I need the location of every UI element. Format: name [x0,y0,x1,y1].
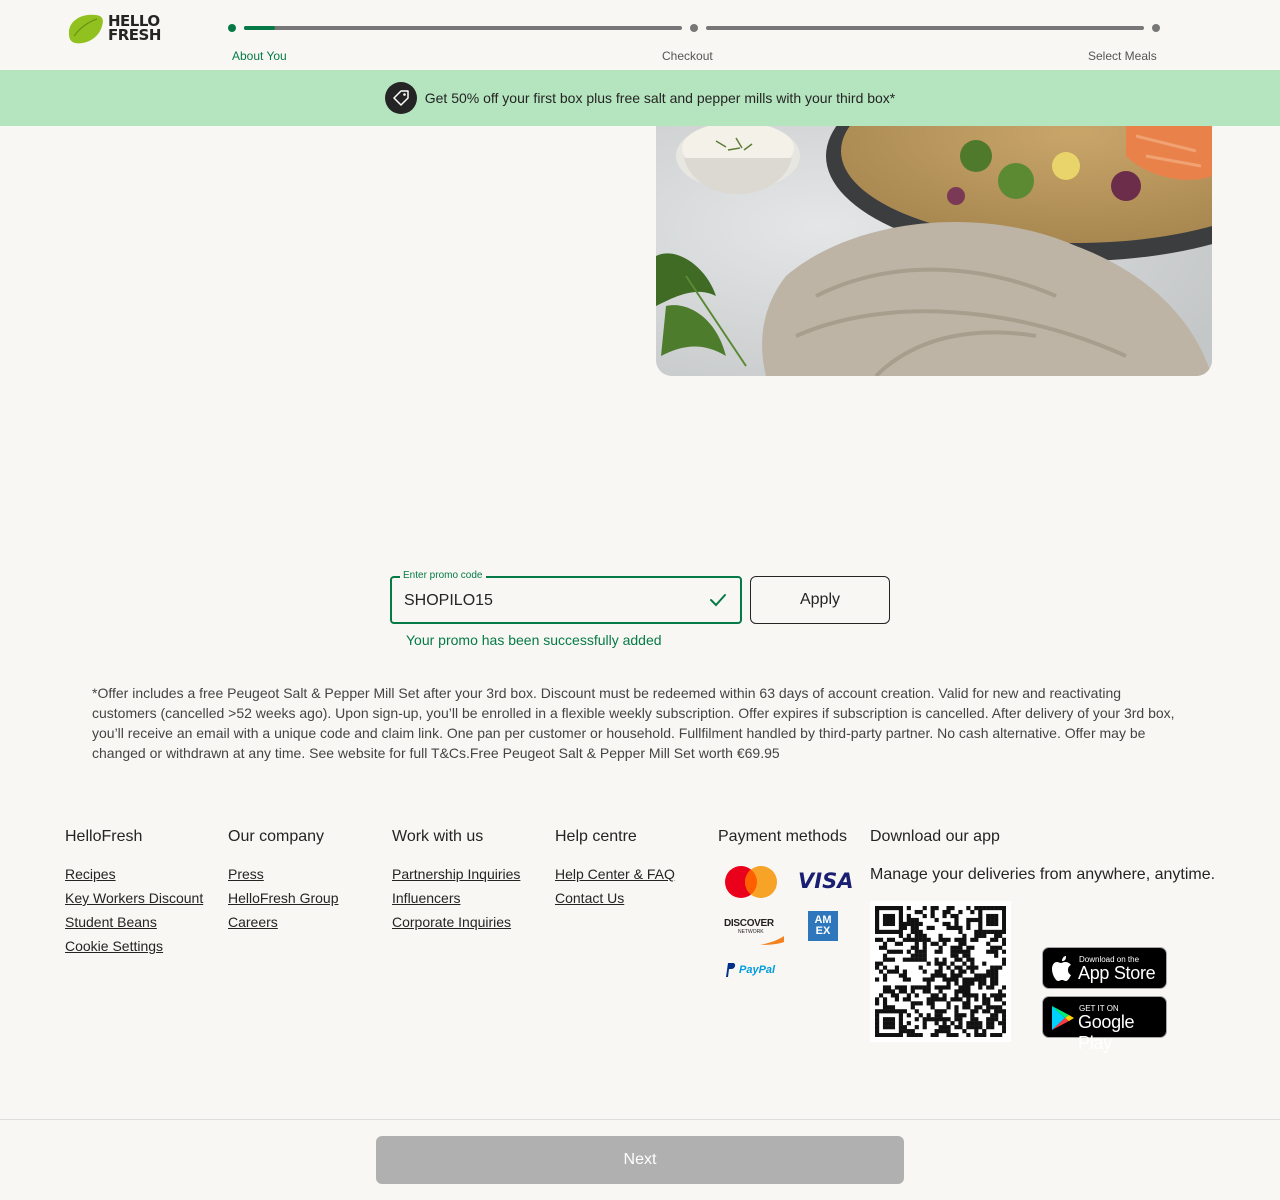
checkmark-icon [710,594,726,607]
hero-food-image [656,126,1212,376]
tag-icon [384,82,417,114]
bottom-action-bar: Next [0,1119,1280,1200]
footer-heading: Download our app [870,828,1000,845]
banner-text: Get 50% off your first box plus free sal… [424,90,896,106]
promo-banner: Get 50% off your first box plus free sal… [0,70,1280,126]
footer-link-key-workers-discount[interactable]: Key Workers Discount [65,886,203,910]
visa-icon: VISA [798,869,854,893]
footer-link-partnership-inquiries[interactable]: Partnership Inquiries [392,862,520,886]
food-photo [656,126,1212,376]
discover-subtext: NETWORK [738,929,764,935]
progress-track-2 [706,26,1144,30]
footer-link-corporate-inquiries[interactable]: Corporate Inquiries [392,910,520,934]
amex-icon: AM EX [808,911,838,941]
footer-heading: Payment methods [718,828,847,845]
footer-link-cookie-settings[interactable]: Cookie Settings [65,934,203,958]
google-play-button[interactable]: GET IT ON Google Play [1042,996,1167,1053]
step-label-select-meals: Select Meals [1088,49,1157,63]
footer-heading: Help centre [555,828,637,845]
logo-text-fresh: FRESH [108,26,161,44]
footer-col-payment-methods: Payment methods [718,828,847,862]
footer-col-our-company: Our company Press HelloFresh Group Caree… [228,828,339,934]
promo-code-label: Enter promo code [400,570,486,581]
qr-code-icon [875,906,1007,1038]
footer-link-recipes[interactable]: Recipes [65,862,203,886]
footer-col-help-centre: Help centre Help Center & FAQ Contact Us [555,828,675,910]
footer-col-download-app: Download our app [870,828,1000,862]
step-dot-about-you [228,24,236,32]
app-store-button[interactable]: Download on the App Store [1042,947,1167,989]
promo-code-input[interactable] [404,590,694,612]
footer-link-help-center-faq[interactable]: Help Center & FAQ [555,862,675,886]
footer-link-influencers[interactable]: Influencers [392,886,520,910]
footer-link-contact-us[interactable]: Contact Us [555,886,675,910]
footer-col-work-with-us: Work with us Partnership Inquiries Influ… [392,828,520,934]
google-play-icon [1052,1006,1074,1030]
next-button[interactable]: Next [376,1136,904,1184]
footer-link-hellofresh-group[interactable]: HelloFresh Group [228,886,339,910]
step-dot-select-meals [1152,24,1160,32]
google-play-big-text: Google Play [1078,1012,1135,1053]
progress-bar [228,23,1162,33]
footer-heading: Work with us [392,828,484,845]
app-description: Manage your deliveries from anywhere, an… [870,866,1216,883]
promo-success-message: Your promo has been successfully added [406,632,662,648]
footer-link-press[interactable]: Press [228,862,339,886]
progress-track-1 [244,26,682,30]
hellofresh-logo[interactable]: HELLO FRESH [66,12,166,46]
apply-button[interactable]: Apply [750,576,890,624]
step-dot-checkout [690,24,698,32]
app-store-big-text: App Store [1078,963,1156,983]
step-label-checkout: Checkout [662,49,713,63]
step-label-about-you: About You [232,49,287,63]
apple-icon [1052,956,1071,981]
paypal-text: PayPal [739,964,776,976]
paypal-p-icon [726,963,736,977]
paypal-icon: PayPal [724,962,775,978]
footer-link-careers[interactable]: Careers [228,910,339,934]
discover-icon: DISCOVER NETWORK [724,918,786,948]
discover-text: DISCOVER [724,918,774,929]
header: HELLO FRESH About You Checkout Select Me… [0,0,1280,70]
mastercard-icon [725,866,777,898]
lime-icon [68,14,103,44]
promo-code-field: Enter promo code [390,570,742,624]
footer-heading: HelloFresh [65,828,143,845]
offer-terms: *Offer includes a free Peugeot Salt & Pe… [92,685,1175,761]
footer-heading: Our company [228,828,325,845]
footer-col-hellofresh: HelloFresh Recipes Key Workers Discount … [65,828,203,958]
qr-code [870,901,1011,1042]
footer-link-student-beans[interactable]: Student Beans [65,910,203,934]
progress-fill [244,26,275,30]
